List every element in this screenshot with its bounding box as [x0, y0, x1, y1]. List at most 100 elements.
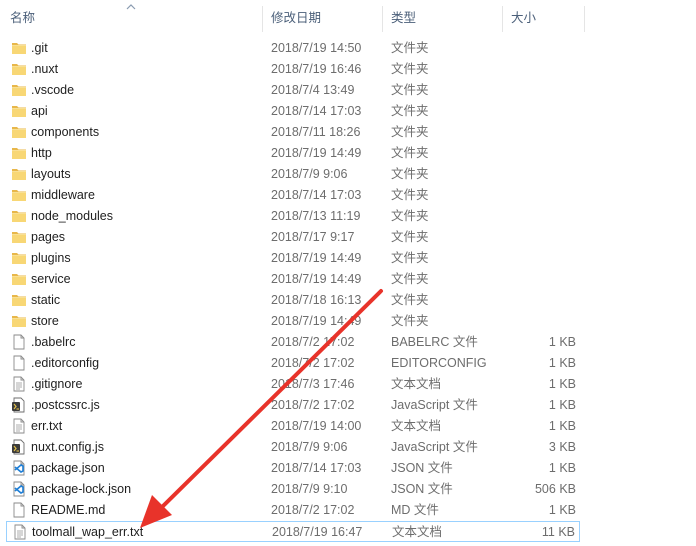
- script-file-icon: [11, 439, 27, 455]
- file-type: 文本文档: [392, 525, 443, 539]
- file-name: README.md: [31, 503, 106, 517]
- file-type: EDITORCONFIG: [391, 356, 487, 370]
- file-row[interactable]: err.txt 2018/7/19 14:00 文本文档 1 KB: [6, 416, 580, 437]
- file-name: http: [31, 146, 52, 160]
- file-name: package.json: [31, 461, 105, 475]
- file-row[interactable]: http 2018/7/19 14:49 文件夹: [6, 143, 580, 164]
- file-row[interactable]: static 2018/7/18 16:13 文件夹: [6, 290, 580, 311]
- file-name: package-lock.json: [31, 482, 132, 496]
- file-name: pages: [31, 230, 66, 244]
- file-row[interactable]: .postcssrc.js 2018/7/2 17:02 JavaScript 文件…: [6, 395, 580, 416]
- file-type: 文件夹: [391, 272, 429, 286]
- text-file-icon: [11, 418, 27, 434]
- folder-icon: [11, 103, 27, 119]
- file-row[interactable]: store 2018/7/19 14:49 文件夹: [6, 311, 580, 332]
- folder-icon: [11, 124, 27, 140]
- vscode-file-icon: [11, 481, 27, 497]
- folder-icon: [11, 292, 27, 308]
- file-row[interactable]: .vscode 2018/7/4 13:49 文件夹: [6, 80, 580, 101]
- file-size: 506 KB: [534, 482, 576, 496]
- file-name: .editorconfig: [31, 356, 100, 370]
- file-size: 1 KB: [548, 461, 576, 475]
- file-size: 1 KB: [548, 356, 576, 370]
- file-modified-date: 2018/7/9 9:10: [271, 482, 348, 496]
- column-divider[interactable]: [584, 6, 585, 32]
- file-modified-date: 2018/7/19 14:49: [271, 272, 362, 286]
- file-row[interactable]: service 2018/7/19 14:49 文件夹: [6, 269, 580, 290]
- file-name: toolmall_wap_err.txt: [32, 525, 144, 539]
- file-modified-date: 2018/7/17 9:17: [271, 230, 355, 244]
- text-file-icon: [12, 524, 28, 540]
- folder-icon: [11, 166, 27, 182]
- file-name: .nuxt: [31, 62, 59, 76]
- folder-icon: [11, 82, 27, 98]
- folder-icon: [11, 271, 27, 287]
- folder-icon: [11, 313, 27, 329]
- file-type: JSON 文件: [391, 482, 453, 496]
- file-modified-date: 2018/7/2 17:02: [271, 356, 355, 370]
- file-type: 文件夹: [391, 314, 429, 328]
- folder-icon: [11, 229, 27, 245]
- file-type: 文件夹: [391, 188, 429, 202]
- file-type: 文件夹: [391, 62, 429, 76]
- file-size: 1 KB: [548, 419, 576, 433]
- file-type: JSON 文件: [391, 461, 453, 475]
- file-type: JavaScript 文件: [391, 440, 478, 454]
- file-modified-date: 2018/7/18 16:13: [271, 293, 362, 307]
- file-modified-date: 2018/7/2 17:02: [271, 398, 355, 412]
- file-row[interactable]: components 2018/7/11 18:26 文件夹: [6, 122, 580, 143]
- file-type: 文本文档: [391, 419, 442, 433]
- file-modified-date: 2018/7/19 16:47: [272, 525, 363, 539]
- script-file-icon: [11, 397, 27, 413]
- file-name: .babelrc: [31, 335, 76, 349]
- file-row[interactable]: package-lock.json 2018/7/9 9:10 JSON 文件 506…: [6, 479, 580, 500]
- file-row[interactable]: node_modules 2018/7/13 11:19 文件夹: [6, 206, 580, 227]
- file-name: api: [31, 104, 48, 118]
- folder-icon: [11, 145, 27, 161]
- file-modified-date: 2018/7/19 14:49: [271, 146, 362, 160]
- file-row[interactable]: package.json 2018/7/14 17:03 JSON 文件 1 KB: [6, 458, 580, 479]
- file-row[interactable]: .gitignore 2018/7/3 17:46 文本文档 1 KB: [6, 374, 580, 395]
- file-modified-date: 2018/7/2 17:02: [271, 335, 355, 349]
- file-modified-date: 2018/7/9 9:06: [271, 440, 348, 454]
- file-row-selected[interactable]: toolmall_wap_err.txt 2018/7/19 16:47 文本文档 1…: [6, 521, 580, 542]
- file-type: 文件夹: [391, 251, 429, 265]
- file-modified-date: 2018/7/4 13:49: [271, 83, 355, 97]
- file-name: plugins: [31, 251, 71, 265]
- file-row[interactable]: .nuxt 2018/7/19 16:46 文件夹: [6, 59, 580, 80]
- file-modified-date: 2018/7/2 17:02: [271, 503, 355, 517]
- file-size: 3 KB: [548, 440, 576, 454]
- file-modified-date: 2018/7/11 18:26: [271, 125, 361, 139]
- file-type: 文件夹: [391, 104, 429, 118]
- file-row[interactable]: api 2018/7/14 17:03 文件夹: [6, 101, 580, 122]
- file-type: 文件夹: [391, 83, 429, 97]
- file-row[interactable]: .editorconfig 2018/7/2 17:02 EDITORCONFIG 1…: [6, 353, 580, 374]
- file-size: 1 KB: [548, 503, 576, 517]
- file-name: middleware: [31, 188, 95, 202]
- file-row[interactable]: .babelrc 2018/7/2 17:02 BABELRC 文件 1 KB: [6, 332, 580, 353]
- file-type: 文件夹: [391, 125, 429, 139]
- file-row[interactable]: middleware 2018/7/14 17:03 文件夹: [6, 185, 580, 206]
- column-header-size[interactable]: 大小: [502, 0, 584, 36]
- file-row[interactable]: nuxt.config.js 2018/7/9 9:06 JavaScript 文件…: [6, 437, 580, 458]
- file-type: MD 文件: [391, 503, 439, 517]
- file-modified-date: 2018/7/19 14:00: [271, 419, 362, 433]
- file-row[interactable]: layouts 2018/7/9 9:06 文件夹: [6, 164, 580, 185]
- file-modified-date: 2018/7/9 9:06: [271, 167, 348, 181]
- folder-icon: [11, 208, 27, 224]
- file-type: 文件夹: [391, 41, 429, 55]
- file-row[interactable]: README.md 2018/7/2 17:02 MD 文件 1 KB: [6, 500, 580, 521]
- folder-icon: [11, 61, 27, 77]
- file-row[interactable]: pages 2018/7/17 9:17 文件夹: [6, 227, 580, 248]
- column-header-date[interactable]: 修改日期: [262, 0, 382, 36]
- folder-icon: [11, 40, 27, 56]
- file-modified-date: 2018/7/19 14:49: [271, 314, 362, 328]
- file-name: node_modules: [31, 209, 114, 223]
- file-modified-date: 2018/7/14 17:03: [271, 188, 362, 202]
- file-name: .postcssrc.js: [31, 398, 100, 412]
- file-row[interactable]: plugins 2018/7/19 14:49 文件夹: [6, 248, 580, 269]
- file-type: 文件夹: [391, 146, 429, 160]
- file-type: 文件夹: [391, 167, 429, 181]
- column-header-type[interactable]: 类型: [382, 0, 502, 36]
- file-row[interactable]: .git 2018/7/19 14:50 文件夹: [6, 38, 580, 59]
